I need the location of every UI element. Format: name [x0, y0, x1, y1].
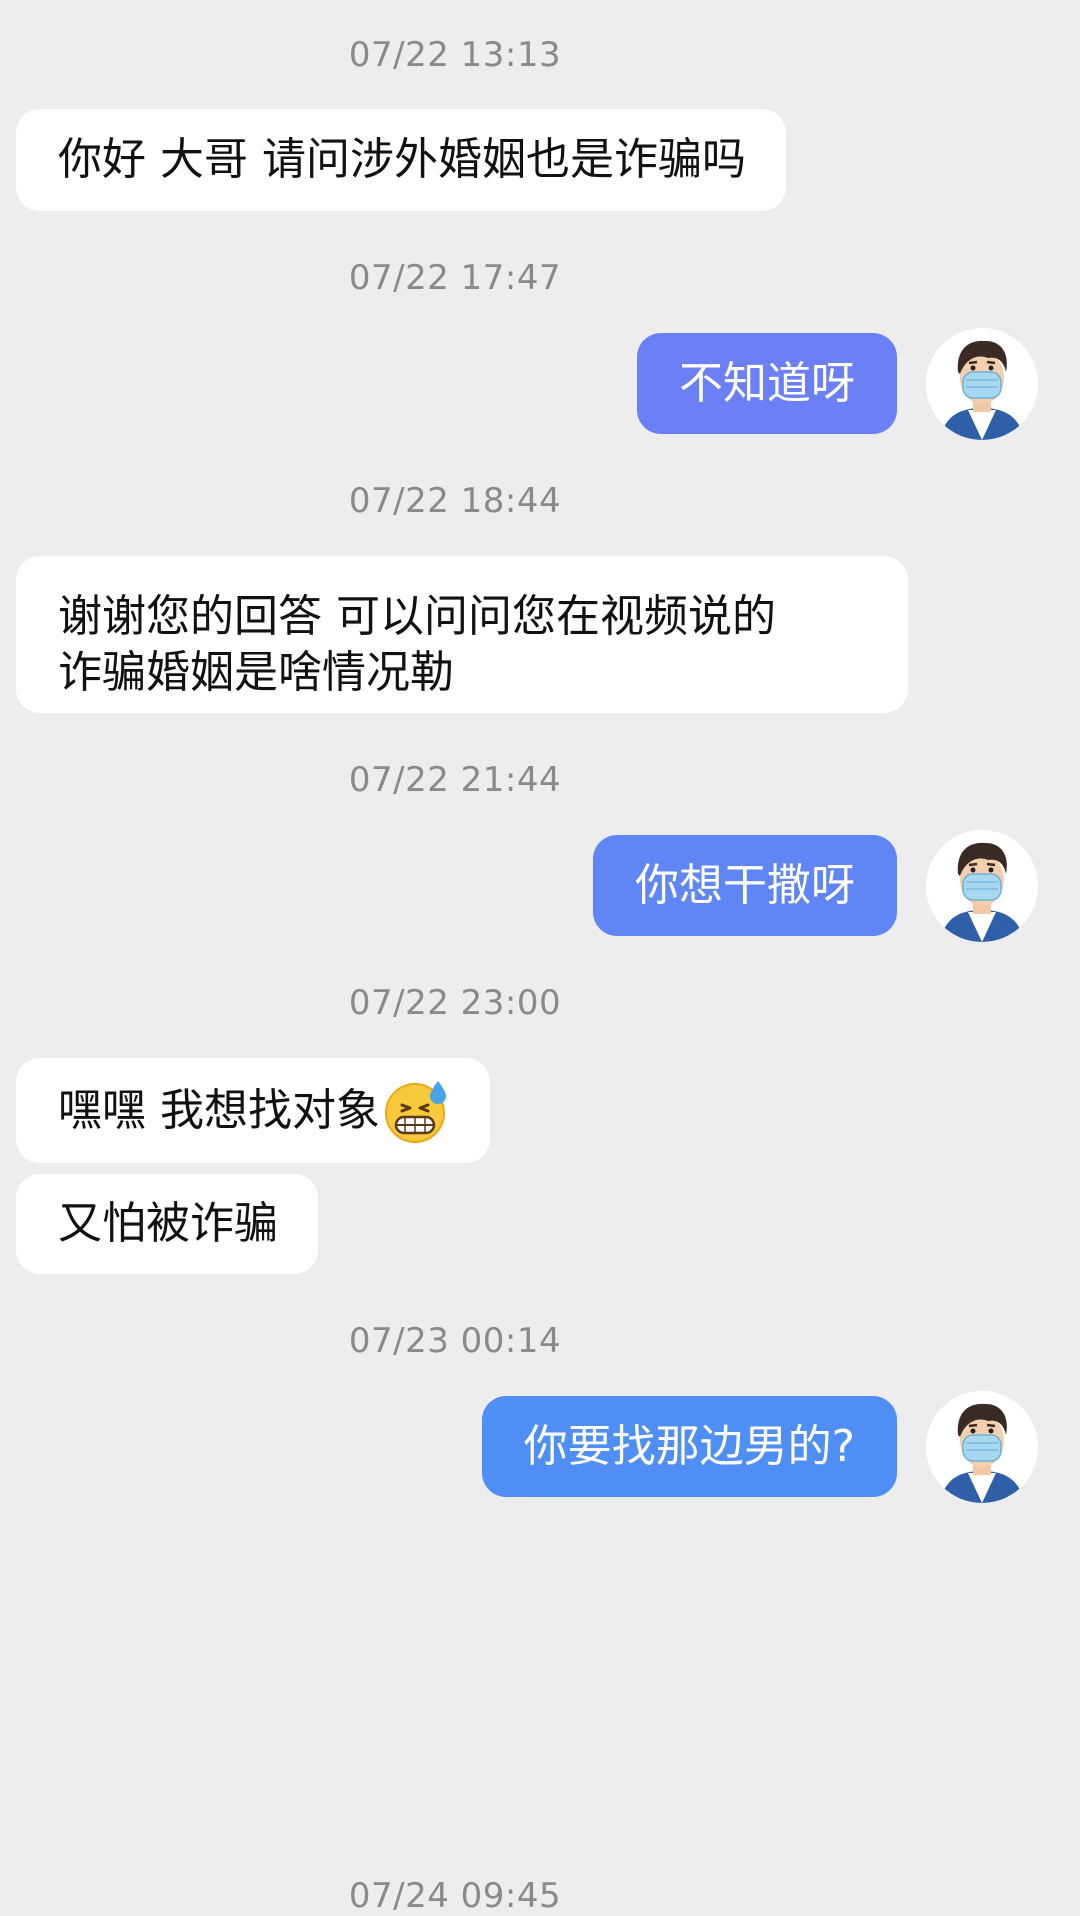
- message-text-line: 谢谢您的回答 可以问问您在视频说的: [58, 591, 776, 642]
- timestamp: 07/22 18:44: [348, 481, 562, 521]
- message-text-line: 诈骗婚姻是啥情况勒: [58, 647, 454, 698]
- incoming-message-bubble[interactable]: 嘿嘿 我想找对象: [16, 1058, 490, 1163]
- timestamp: 07/23 00:14: [348, 1321, 562, 1361]
- incoming-message-bubble[interactable]: 又怕被诈骗: [16, 1174, 318, 1274]
- user-avatar[interactable]: [926, 830, 1038, 942]
- masked-man-avatar-icon: [926, 328, 1038, 440]
- timestamp: 07/24 09:45: [348, 1876, 562, 1916]
- message-text: 你好 大哥 请问涉外婚姻也是诈骗吗: [58, 134, 746, 185]
- timestamp: 07/22 13:13: [348, 35, 562, 75]
- message-text: 嘿嘿 我想找对象: [58, 1084, 380, 1136]
- timestamp: 07/22 21:44: [348, 760, 562, 800]
- masked-man-avatar-icon: [926, 1391, 1038, 1503]
- message-text: 又怕被诈骗: [58, 1198, 278, 1249]
- grimacing-sweat-emoji: [385, 1080, 446, 1143]
- user-avatar[interactable]: [926, 1391, 1038, 1503]
- masked-man-avatar-icon: [926, 830, 1038, 942]
- timestamp: 07/22 23:00: [348, 983, 562, 1023]
- incoming-message-bubble[interactable]: 谢谢您的回答 可以问问您在视频说的 诈骗婚姻是啥情况勒: [16, 556, 908, 713]
- message-text: 不知道呀: [679, 357, 855, 409]
- message-text: 你想干撒呀: [635, 859, 855, 911]
- chat-view[interactable]: 07/22 13:13 你好 大哥 请问涉外婚姻也是诈骗吗 07/22 17:4…: [0, 0, 1080, 1916]
- outgoing-message-bubble[interactable]: 不知道呀: [637, 333, 897, 434]
- outgoing-message-bubble[interactable]: 你要找那边男的?: [481, 1396, 897, 1497]
- user-avatar[interactable]: [926, 328, 1038, 440]
- message-text: 你要找那边男的?: [523, 1420, 855, 1472]
- outgoing-message-bubble[interactable]: 你想干撒呀: [593, 835, 897, 936]
- incoming-message-bubble[interactable]: 你好 大哥 请问涉外婚姻也是诈骗吗: [16, 109, 786, 211]
- timestamp: 07/22 17:47: [348, 258, 562, 298]
